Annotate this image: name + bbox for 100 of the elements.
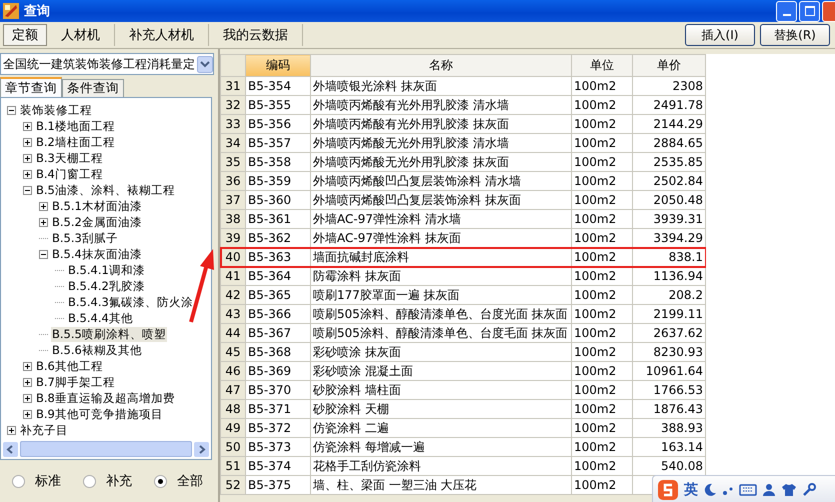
table-cell: 仿瓷涂料 每增减一遍 <box>310 438 572 456</box>
app-icon <box>3 3 19 19</box>
table-cell: 彩砂喷涂 混凝土面 <box>310 362 572 380</box>
tree-item[interactable]: B.3天棚工程 <box>35 150 104 166</box>
table-cell: 388.93 <box>632 418 706 438</box>
table-cell: 100m2 <box>572 418 632 438</box>
tab[interactable]: 条件查询 <box>62 79 124 97</box>
tree-item[interactable]: 补充子目 <box>19 422 69 438</box>
column-header[interactable]: 单价 <box>632 54 706 76</box>
expand-toggle-icon[interactable] <box>23 378 32 386</box>
row-number: 37 <box>220 190 246 210</box>
input-method-logo-icon[interactable] <box>657 478 679 500</box>
table-cell: B5-367 <box>246 324 310 342</box>
tree-item[interactable]: B.6其他工程 <box>35 358 104 374</box>
row-number: 31 <box>220 76 246 96</box>
table-cell: 外墙喷丙烯酸凹凸复层装饰涂料 清水墙 <box>310 172 572 190</box>
action-button[interactable]: 替换(R) <box>760 24 830 46</box>
scroll-left-icon[interactable] <box>3 442 18 456</box>
moon-icon[interactable] <box>703 482 717 496</box>
tree-item[interactable]: B.1楼地面工程 <box>35 118 116 134</box>
table-cell: B5-359 <box>246 172 310 190</box>
table-cell: B5-355 <box>246 96 310 114</box>
tab[interactable]: 定额 <box>3 24 47 46</box>
table-cell: 100m2 <box>572 114 632 134</box>
table-cell: 100m2 <box>572 304 632 324</box>
language-mode[interactable]: 英 <box>684 480 698 498</box>
column-header[interactable]: 名称 <box>310 54 572 76</box>
table-cell: 外墙AC-97弹性涂料 抹灰面 <box>310 228 572 248</box>
row-number: 45 <box>220 342 246 362</box>
filter-radio[interactable]: 补充 <box>83 472 132 490</box>
expand-toggle-icon[interactable] <box>23 154 32 162</box>
row-number: 52 <box>220 476 246 494</box>
tree-item[interactable]: B.5.4抹灰面油漆 <box>51 246 143 262</box>
expand-toggle-icon[interactable] <box>23 394 32 402</box>
filter-radio[interactable]: 标准 <box>12 472 61 490</box>
tree-item[interactable]: B.8垂直运输及超高增加费 <box>35 390 176 406</box>
table-cell: 100m2 <box>572 76 632 96</box>
expand-toggle-icon[interactable] <box>39 202 48 210</box>
column-header[interactable]: 编码 <box>246 54 310 76</box>
tree-item[interactable]: B.5.6裱糊及其他 <box>51 342 143 358</box>
expand-toggle-icon[interactable] <box>23 186 32 194</box>
expand-toggle-icon[interactable] <box>23 410 32 418</box>
tree-item[interactable]: 装饰装修工程 <box>19 102 93 118</box>
table-cell: 2050.48 <box>632 190 706 210</box>
column-header[interactable]: 单位 <box>572 54 632 76</box>
scroll-right-icon[interactable] <box>194 442 209 456</box>
row-number: 34 <box>220 134 246 152</box>
tree-item[interactable]: B.5.3刮腻子 <box>51 230 119 246</box>
table-cell: B5-372 <box>246 418 310 438</box>
tree-item[interactable]: B.5.4.4其他 <box>67 310 134 326</box>
table-cell: 外墙喷丙烯酸有光外用乳胶漆 抹灰面 <box>310 114 572 134</box>
table-cell: 100m2 <box>572 380 632 400</box>
row-number: 47 <box>220 380 246 400</box>
table-cell: B5-354 <box>246 76 310 96</box>
expand-toggle-icon[interactable] <box>23 170 32 178</box>
tree-item[interactable]: B.5油漆、涂料、裱糊工程 <box>35 182 176 198</box>
tree-item[interactable]: B.9其他可竞争措施项目 <box>35 406 164 422</box>
table-cell: 墙面抗碱封底涂料 <box>310 248 572 266</box>
expand-toggle-icon[interactable] <box>23 362 32 370</box>
tree-item[interactable]: B.5.5喷刷涂料、喷塑 <box>51 326 167 342</box>
expand-toggle-icon[interactable] <box>7 426 16 434</box>
table-cell: 仿瓷涂料 二遍 <box>310 418 572 438</box>
tree-item[interactable]: B.7脚手架工程 <box>35 374 116 390</box>
tree-item[interactable]: B.5.4.2乳胶漆 <box>67 278 146 294</box>
library-select[interactable]: 全国统一建筑装饰装修工程消耗量定 <box>0 53 214 75</box>
shirt-icon[interactable] <box>781 482 797 496</box>
tree-item[interactable]: B.5.4.3氟碳漆、防火涂 <box>67 294 194 310</box>
row-number: 35 <box>220 152 246 172</box>
expand-toggle-icon[interactable] <box>23 122 32 130</box>
table-cell: 彩砂喷涂 抹灰面 <box>310 342 572 362</box>
maximize-button[interactable] <box>799 0 820 22</box>
minimize-button[interactable] <box>776 0 797 22</box>
expand-toggle-icon[interactable] <box>39 218 48 226</box>
keyboard-icon[interactable] <box>739 482 757 496</box>
wrench-icon[interactable] <box>802 482 816 496</box>
tree-item[interactable]: B.4门窗工程 <box>35 166 104 182</box>
tab[interactable]: 我的云数据 <box>209 24 303 46</box>
row-number: 42 <box>220 286 246 304</box>
tree-item[interactable]: B.5.4.1调和漆 <box>67 262 146 278</box>
tab[interactable]: 补充人材机 <box>115 24 209 46</box>
expand-toggle-icon[interactable] <box>39 250 48 258</box>
table-cell: 喷刷505涂料、醇酸清漆单色、台度光面 抹灰面 <box>310 304 572 324</box>
tree-item[interactable]: B.5.2金属面油漆 <box>51 214 143 230</box>
tab[interactable]: 章节查询 <box>0 77 62 97</box>
table-cell: 100m2 <box>572 400 632 418</box>
action-button[interactable]: 插入(I) <box>685 24 755 46</box>
row-number: 48 <box>220 400 246 418</box>
horizontal-scrollbar[interactable] <box>3 441 209 457</box>
expand-toggle-icon[interactable] <box>23 138 32 146</box>
table-cell: B5-365 <box>246 286 310 304</box>
table-cell: 100m2 <box>572 438 632 456</box>
tab[interactable]: 人材机 <box>47 24 115 46</box>
table-cell: 2535.85 <box>632 152 706 172</box>
expand-toggle-icon[interactable] <box>7 106 16 114</box>
table-cell: 2491.78 <box>632 96 706 114</box>
tree-item[interactable]: B.2墙柱面工程 <box>35 134 116 150</box>
user-icon[interactable] <box>762 482 776 496</box>
filter-radio[interactable]: 全部 <box>154 472 203 490</box>
tree-item[interactable]: B.5.1木材面油漆 <box>51 198 143 214</box>
table-cell: B5-370 <box>246 380 310 400</box>
